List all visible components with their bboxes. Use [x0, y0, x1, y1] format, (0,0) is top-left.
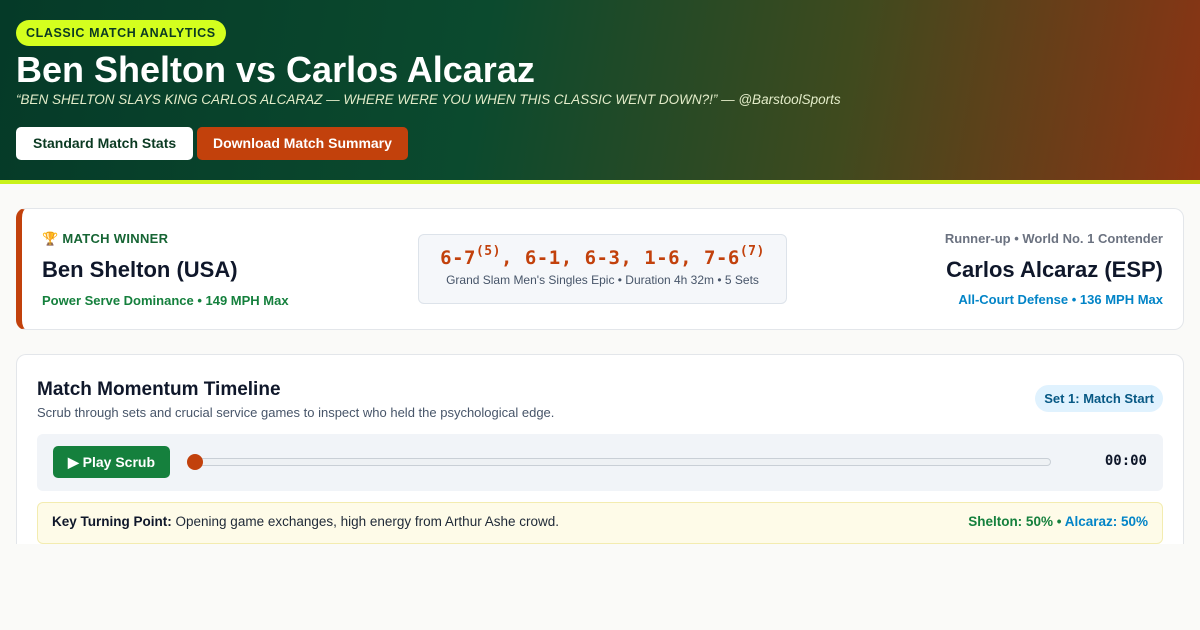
scoreline: 6-7(5), 6-1, 6-3, 1-6, 7-6(7)	[419, 244, 786, 269]
match-winner-label: 🏆 MATCH WINNER	[42, 231, 169, 246]
set-score: 1-6	[644, 247, 681, 269]
tiebreak-score: (7)	[739, 244, 765, 259]
timeline-slider[interactable]	[187, 454, 1051, 470]
match-result-card: 🏆 MATCH WINNER Ben Shelton (USA) Power S…	[16, 208, 1184, 330]
time-readout: 00:00	[1104, 453, 1147, 469]
set-separator: ,	[500, 247, 525, 269]
hero-banner: CLASSIC MATCH ANALYTICS Ben Shelton vs C…	[0, 0, 1200, 184]
key-turning-point-panel: Key Turning Point: Opening game exchange…	[37, 502, 1163, 544]
set-score: 6-3	[584, 247, 621, 269]
set-separator: ,	[620, 247, 645, 269]
winner-name: Ben Shelton (USA)	[42, 257, 238, 282]
runner-up-label: Runner-up • World No. 1 Contender	[944, 231, 1163, 246]
runner-up-name: Carlos Alcaraz (ESP)	[946, 257, 1163, 282]
momentum-split: Shelton: 50% • Alcaraz: 50%	[968, 514, 1148, 529]
turning-point-label: Key Turning Point:	[52, 514, 172, 529]
set-score: 6-7	[440, 247, 476, 269]
set-score: 7-6	[704, 247, 740, 269]
scrub-controls: ▶ Play Scrub 00:00	[37, 434, 1163, 491]
match-meta: Grand Slam Men's Singles Epic • Duration…	[446, 273, 759, 287]
download-match-summary-button[interactable]: Download Match Summary	[197, 127, 408, 160]
turning-point-text: Key Turning Point: Opening game exchange…	[52, 514, 559, 529]
page-title: Ben Shelton vs Carlos Alcaraz	[16, 49, 535, 90]
hero-quote: “BEN SHELTON SLAYS KING CARLOS ALCARAZ —…	[16, 92, 841, 107]
timeline-subtitle: Scrub through sets and crucial service g…	[37, 405, 555, 420]
set-separator: ,	[680, 247, 705, 269]
analytics-badge: CLASSIC MATCH ANALYTICS	[16, 20, 226, 46]
play-scrub-button[interactable]: ▶ Play Scrub	[53, 446, 170, 478]
timeline-title: Match Momentum Timeline	[37, 379, 281, 400]
turning-point-description: Opening game exchanges, high energy from…	[175, 514, 559, 529]
current-set-badge: Set 1: Match Start	[1035, 385, 1163, 412]
tiebreak-score: (5)	[475, 244, 501, 259]
set-separator: ,	[560, 247, 585, 269]
alcaraz-momentum: Alcaraz: 50%	[1064, 514, 1148, 529]
momentum-separator: •	[1056, 514, 1062, 529]
slider-thumb[interactable]	[187, 454, 203, 470]
shelton-momentum: Shelton: 50%	[968, 514, 1053, 529]
standard-match-stats-button[interactable]: Standard Match Stats	[16, 127, 194, 160]
momentum-timeline-card: Match Momentum Timeline Scrub through se…	[16, 354, 1184, 544]
set-score: 6-1	[524, 247, 561, 269]
runner-up-stat-note: All-Court Defense • 136 MPH Max	[958, 292, 1163, 307]
scoreline-box: 6-7(5), 6-1, 6-3, 1-6, 7-6(7) Grand Slam…	[418, 234, 787, 304]
winner-stat-note: Power Serve Dominance • 149 MPH Max	[42, 293, 289, 308]
